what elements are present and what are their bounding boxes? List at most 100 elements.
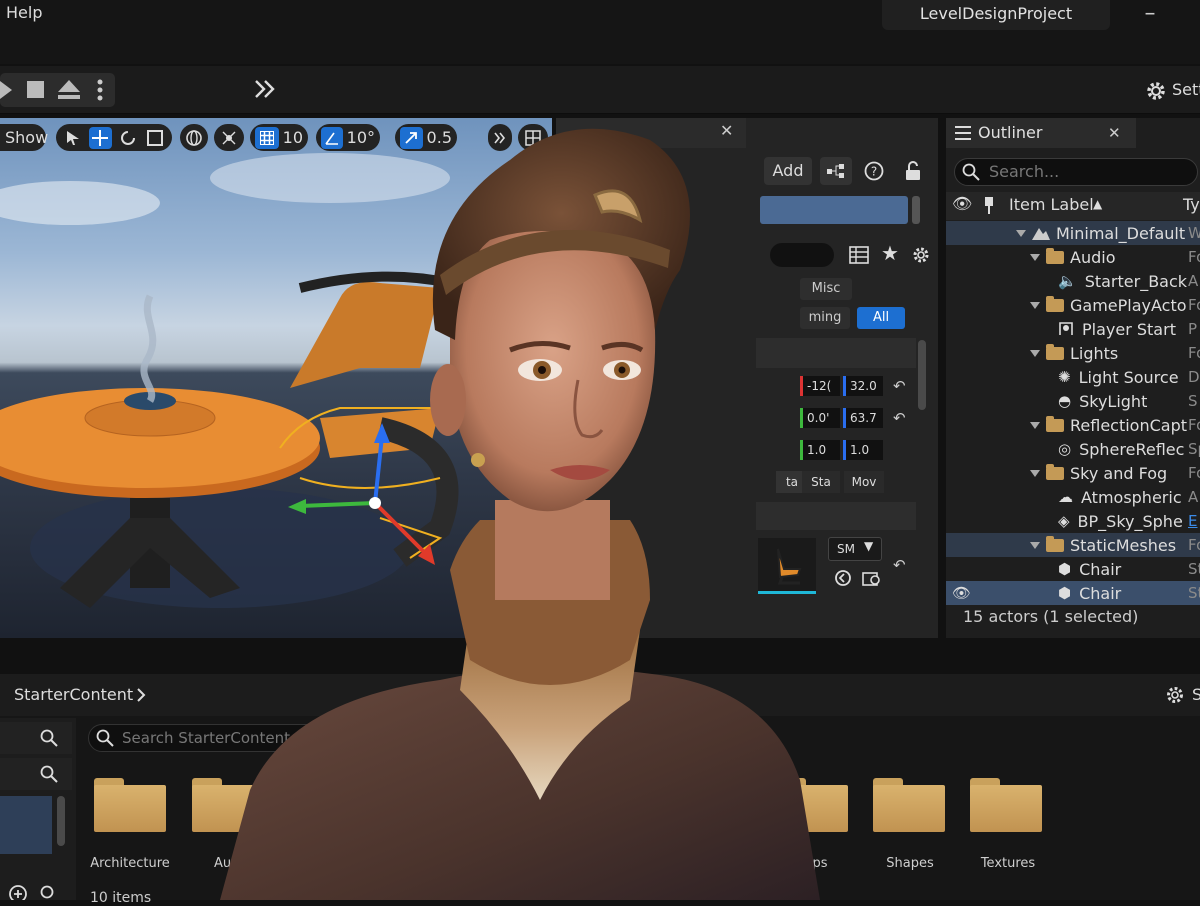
row-label: GamePlayActo [1070, 295, 1187, 315]
scale-icon[interactable] [144, 127, 168, 149]
lock-icon[interactable] [903, 161, 923, 181]
items-count: 10 items [90, 890, 152, 906]
reset-location-icon[interactable]: ↶ [893, 377, 906, 395]
collections-search-icon[interactable] [40, 765, 58, 783]
reset-rotation-icon[interactable]: ↶ [893, 409, 906, 427]
expand-arrow-icon[interactable] [1030, 421, 1040, 429]
show-menu[interactable]: Show [0, 124, 48, 151]
outliner-row-actor[interactable]: ◈ BP_Sky_Sphe E [946, 509, 1200, 533]
folder-architecture[interactable] [94, 778, 166, 832]
project-name-tab[interactable]: LevelDesignProject [882, 0, 1110, 30]
outliner-row-folder[interactable]: Audio Fo [946, 245, 1200, 269]
outliner-row-folder[interactable]: Sky and Fog Fo [946, 461, 1200, 485]
row-type: Fo [1188, 248, 1200, 266]
details-scrollbar[interactable] [912, 196, 920, 224]
row-label: SphereReflec [1079, 439, 1185, 459]
visibility-column-eye-icon[interactable]: 👁 [952, 194, 972, 213]
row-label: Starter_Back [1084, 271, 1188, 291]
content-settings-icon[interactable] [1164, 684, 1186, 706]
stop-icon[interactable] [27, 81, 44, 98]
rotate-icon[interactable] [116, 127, 140, 149]
collections-search[interactable] [0, 758, 72, 790]
menu-help[interactable]: Help [6, 3, 42, 22]
outliner-row-folder[interactable]: StaticMeshes Fo [946, 533, 1200, 557]
outliner-row-folder[interactable]: GamePlayActoFo [946, 293, 1200, 317]
visibility-eye-icon[interactable]: 👁 [952, 584, 1058, 602]
outliner-row-actor[interactable]: ◎ SphereReflecSp [946, 437, 1200, 461]
outliner-row-world[interactable]: Minimal_Default W [946, 221, 1200, 245]
row-label: Lights [1070, 343, 1119, 363]
row-label: Audio [1070, 247, 1116, 267]
world-local-toggle[interactable] [180, 124, 208, 151]
outliner-row-actor[interactable]: ☁ Atmospheric A [946, 485, 1200, 509]
expand-arrow-icon[interactable] [1030, 469, 1040, 477]
minimize-icon[interactable]: – [1140, 2, 1160, 26]
reset-mesh-icon[interactable]: ↶ [893, 556, 906, 574]
folder-icon [1046, 247, 1064, 264]
play-icon[interactable] [0, 81, 14, 99]
folder-label: Textures [980, 856, 1036, 871]
row-label: Atmospheric [1081, 487, 1182, 507]
folder-label: Architecture [90, 856, 170, 871]
expand-toolbar-icon[interactable] [254, 79, 276, 99]
eject-icon[interactable] [58, 80, 80, 100]
outliner-row-actor[interactable]: ✺ Light Source D [946, 365, 1200, 389]
expand-arrow-icon[interactable] [1030, 301, 1040, 309]
row-label: Minimal_Default [1056, 223, 1186, 243]
folder-icon [1046, 463, 1064, 480]
expand-arrow-icon[interactable] [1030, 253, 1040, 261]
expand-arrow-icon[interactable] [1016, 229, 1026, 237]
player-start-icon [1059, 322, 1073, 335]
breadcrumb-chevron-icon[interactable] [136, 688, 146, 702]
row-type: D [1188, 368, 1200, 386]
outliner-close-icon[interactable]: ✕ [1108, 124, 1121, 142]
type-column[interactable]: Ty [1183, 195, 1200, 214]
character-render [220, 128, 820, 900]
row-type: Fo [1188, 464, 1200, 482]
sources-search[interactable] [0, 722, 72, 754]
outliner-list-icon [955, 126, 971, 140]
row-type: S [1188, 392, 1198, 410]
sort-ascending-icon[interactable]: ▲ [1093, 197, 1102, 211]
row-type-link[interactable]: E [1188, 512, 1197, 530]
row-label: Player Start [1082, 319, 1176, 339]
item-label-column[interactable]: Item Label [1009, 195, 1094, 214]
row-type: St [1188, 560, 1200, 578]
expand-arrow-icon[interactable] [1030, 541, 1040, 549]
blueprint-actor-icon: ◈ [1058, 512, 1070, 530]
outliner-row-actor[interactable]: 🔈 Starter_Back A [946, 269, 1200, 293]
add-collection-icon[interactable] [8, 884, 28, 900]
outliner-row-selected[interactable]: 👁⬢ Chair St [946, 581, 1200, 605]
sources-search-icon[interactable] [40, 729, 58, 747]
more-options-icon[interactable] [97, 79, 103, 101]
row-label: StaticMeshes [1070, 535, 1177, 555]
outliner-row-folder[interactable]: ReflectionCaptFo [946, 413, 1200, 437]
outliner-tree: Minimal_DefaultW AudioFo 🔈Starter_BackA … [946, 221, 1200, 605]
selected-source-folder[interactable] [0, 796, 52, 854]
search-collections-icon[interactable] [40, 884, 58, 900]
sound-icon: 🔈 [1058, 272, 1077, 290]
play-controls [0, 73, 115, 107]
content-settings-label[interactable]: S [1192, 685, 1200, 704]
move-icon[interactable] [88, 126, 112, 149]
pin-column-icon[interactable] [983, 197, 995, 215]
sources-scrollbar[interactable] [57, 796, 65, 846]
breadcrumb-starter-content[interactable]: StarterContent [14, 685, 133, 704]
details-scroll-thumb[interactable] [918, 340, 926, 410]
settings-gear-icon[interactable] [1144, 79, 1168, 103]
settings-label[interactable]: Sett [1172, 80, 1200, 99]
row-type: P [1188, 320, 1198, 338]
outliner-row-actor[interactable]: ◓ SkyLight S [946, 389, 1200, 413]
outliner-row-folder[interactable]: Lights Fo [946, 341, 1200, 365]
expand-arrow-icon[interactable] [1030, 349, 1040, 357]
row-type: Fo [1188, 536, 1200, 554]
select-icon[interactable] [61, 127, 85, 149]
row-label: Chair [1079, 559, 1122, 579]
light-icon: ✺ [1058, 368, 1071, 386]
folder-textures[interactable] [970, 778, 1042, 832]
row-label: Light Source [1078, 367, 1179, 387]
outliner-row-actor[interactable]: ⬢ Chair St [946, 557, 1200, 581]
outliner-row-actor[interactable]: Player Start P [946, 317, 1200, 341]
static-mesh-icon: ⬢ [1058, 560, 1072, 578]
details-settings-icon[interactable] [910, 244, 932, 266]
